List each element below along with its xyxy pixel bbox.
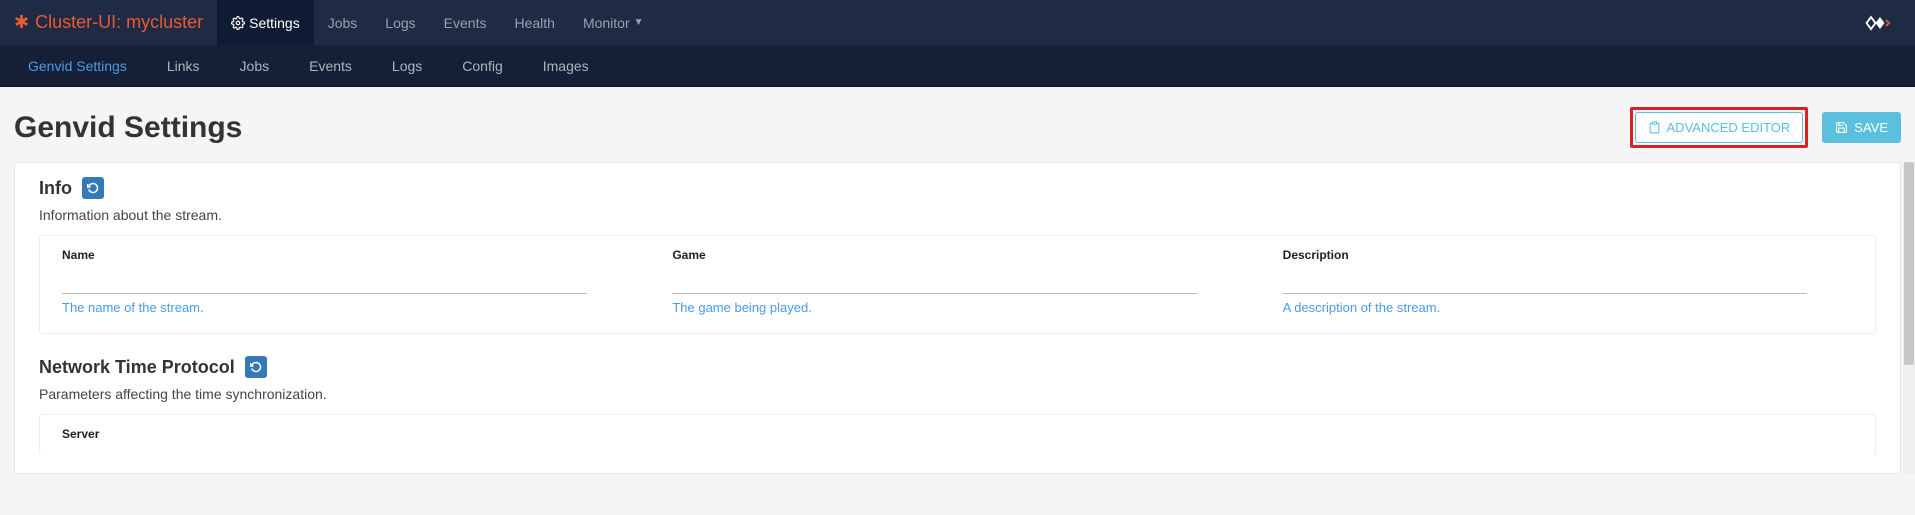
subnav-events[interactable]: Events xyxy=(289,45,372,87)
ntp-fields-row: Server xyxy=(62,427,1853,451)
field-name-help: The name of the stream. xyxy=(62,300,632,315)
section-ntp-desc: Parameters affecting the time synchroniz… xyxy=(39,386,1876,402)
info-fields-row: Name The name of the stream. Game The ga… xyxy=(62,248,1853,315)
gear-icon xyxy=(231,16,245,30)
info-fields-card: Name The name of the stream. Game The ga… xyxy=(39,235,1876,334)
subnav-links[interactable]: Links xyxy=(147,45,220,87)
save-icon xyxy=(1835,121,1848,134)
asterisk-icon: ✱ xyxy=(14,12,29,33)
field-game-help: The game being played. xyxy=(672,300,1242,315)
page-title: Genvid Settings xyxy=(14,111,242,145)
nav-logs[interactable]: Logs xyxy=(371,0,429,45)
section-info-desc: Information about the stream. xyxy=(39,207,1876,223)
save-button[interactable]: SAVE xyxy=(1822,112,1901,143)
top-navbar: ✱ Cluster-UI: mycluster Settings Jobs Lo… xyxy=(0,0,1915,45)
scrollbar[interactable] xyxy=(1903,162,1915,474)
field-game: Game The game being played. xyxy=(672,248,1242,315)
annotation-highlight: ADVANCED EDITOR xyxy=(1630,107,1809,148)
save-label: SAVE xyxy=(1854,120,1888,135)
genvid-logo[interactable] xyxy=(1845,13,1915,33)
advanced-editor-button[interactable]: ADVANCED EDITOR xyxy=(1635,112,1804,143)
header-buttons: ADVANCED EDITOR SAVE xyxy=(1630,107,1901,148)
subnav-genvid-settings[interactable]: Genvid Settings xyxy=(8,45,147,87)
reset-icon xyxy=(250,361,262,373)
field-name: Name The name of the stream. xyxy=(62,248,632,315)
scroll-region: Info Information about the stream. Name … xyxy=(14,162,1901,474)
nav-events[interactable]: Events xyxy=(430,0,501,45)
chevron-down-icon: ▼ xyxy=(634,17,644,28)
nav-health[interactable]: Health xyxy=(500,0,568,45)
brand-text: Cluster-UI: mycluster xyxy=(35,12,203,33)
sub-navbar: Genvid Settings Links Jobs Events Logs C… xyxy=(0,45,1915,87)
subnav-jobs[interactable]: Jobs xyxy=(220,45,290,87)
section-ntp-title: Network Time Protocol xyxy=(39,357,235,378)
field-description-help: A description of the stream. xyxy=(1283,300,1853,315)
subnav-config[interactable]: Config xyxy=(442,45,522,87)
settings-panel: Info Information about the stream. Name … xyxy=(14,162,1901,474)
advanced-editor-label: ADVANCED EDITOR xyxy=(1667,120,1791,135)
subnav-images[interactable]: Images xyxy=(523,45,609,87)
section-info-title: Info xyxy=(39,178,72,199)
reset-info-button[interactable] xyxy=(82,177,104,199)
ntp-fields-card: Server xyxy=(39,414,1876,455)
reset-icon xyxy=(87,182,99,194)
scrollbar-thumb[interactable] xyxy=(1904,162,1914,365)
content-area: Genvid Settings ADVANCED EDITOR SAVE xyxy=(0,87,1915,474)
subnav-logs[interactable]: Logs xyxy=(372,45,442,87)
clipboard-icon xyxy=(1648,121,1661,134)
nav-monitor[interactable]: Monitor ▼ xyxy=(569,0,658,45)
nav-settings-label: Settings xyxy=(249,15,300,31)
section-ntp-head: Network Time Protocol xyxy=(39,356,1876,378)
description-input[interactable] xyxy=(1283,272,1808,294)
field-name-label: Name xyxy=(62,248,632,262)
nav-jobs[interactable]: Jobs xyxy=(314,0,372,45)
name-input[interactable] xyxy=(62,272,587,294)
field-description-label: Description xyxy=(1283,248,1853,262)
field-server: Server xyxy=(62,427,1853,451)
reset-ntp-button[interactable] xyxy=(245,356,267,378)
field-server-label: Server xyxy=(62,427,1853,441)
brand[interactable]: ✱ Cluster-UI: mycluster xyxy=(0,12,217,33)
game-input[interactable] xyxy=(672,272,1197,294)
page-header: Genvid Settings ADVANCED EDITOR SAVE xyxy=(14,101,1901,162)
field-game-label: Game xyxy=(672,248,1242,262)
section-info-head: Info xyxy=(39,177,1876,199)
nav-settings[interactable]: Settings xyxy=(217,0,314,45)
field-description: Description A description of the stream. xyxy=(1283,248,1853,315)
